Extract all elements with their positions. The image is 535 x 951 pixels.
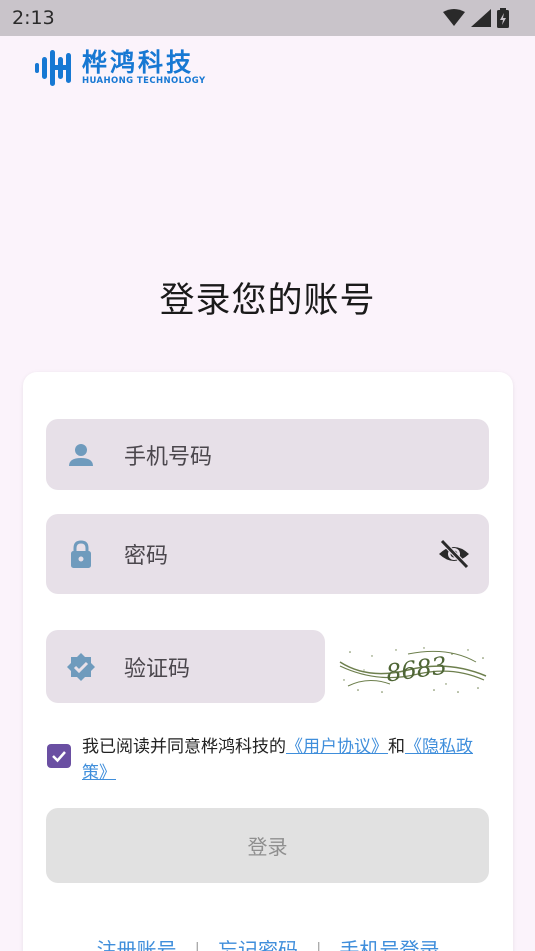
- login-card: 手机号码 密码 验证码 8683 我已阅读并同意桦鸿科技的《用户协议》和《隐私政…: [23, 372, 513, 951]
- agreement-text: 我已阅读并同意桦鸿科技的《用户协议》和《隐私政策》: [82, 734, 487, 786]
- phone-input[interactable]: 手机号码: [46, 419, 489, 490]
- signal-icon: [471, 9, 491, 27]
- lock-icon: [71, 540, 91, 568]
- captcha-input[interactable]: 验证码: [46, 630, 325, 703]
- logo-mark-icon: [35, 50, 71, 86]
- agreement-row: 我已阅读并同意桦鸿科技的《用户协议》和《隐私政策》: [47, 734, 487, 786]
- phone-placeholder: 手机号码: [124, 444, 213, 470]
- login-button[interactable]: 登录: [46, 808, 489, 883]
- link-separator: |: [194, 939, 200, 951]
- checkmark-icon: [52, 751, 66, 763]
- bottom-links: 注册账号 | 忘记密码 | 手机号登录: [23, 934, 513, 951]
- person-icon: [69, 443, 93, 466]
- agreement-prefix: 我已阅读并同意桦鸿科技的: [82, 737, 286, 757]
- password-input[interactable]: 密码: [46, 514, 489, 594]
- logo-name-en: HUAHONG TECHNOLOGY: [82, 76, 206, 87]
- logo-name-cn: 桦鸿科技: [82, 48, 195, 78]
- page-title: 登录您的账号: [159, 281, 376, 321]
- captcha-text: 8683: [384, 651, 448, 687]
- captcha-placeholder: 验证码: [124, 656, 191, 682]
- password-placeholder: 密码: [124, 544, 169, 569]
- eye-off-icon[interactable]: [437, 537, 471, 571]
- agreement-checkbox[interactable]: [47, 744, 71, 768]
- agreement-and: 和: [388, 737, 405, 757]
- register-link[interactable]: 注册账号: [97, 934, 177, 951]
- company-logo: 桦鸿科技 HUAHONG TECHNOLOGY: [34, 46, 234, 90]
- phone-login-link[interactable]: 手机号登录: [339, 934, 439, 951]
- forgot-password-link[interactable]: 忘记密码: [218, 934, 298, 951]
- status-bar: 2:13: [0, 0, 535, 36]
- link-separator: |: [316, 939, 322, 951]
- verified-badge-icon: [67, 652, 95, 681]
- battery-icon: [497, 8, 509, 28]
- user-agreement-link[interactable]: 《用户协议》: [286, 737, 388, 757]
- status-time: 2:13: [12, 7, 55, 29]
- captcha-image[interactable]: 8683: [338, 640, 488, 698]
- wifi-icon: [443, 9, 465, 26]
- status-icons: [443, 8, 509, 28]
